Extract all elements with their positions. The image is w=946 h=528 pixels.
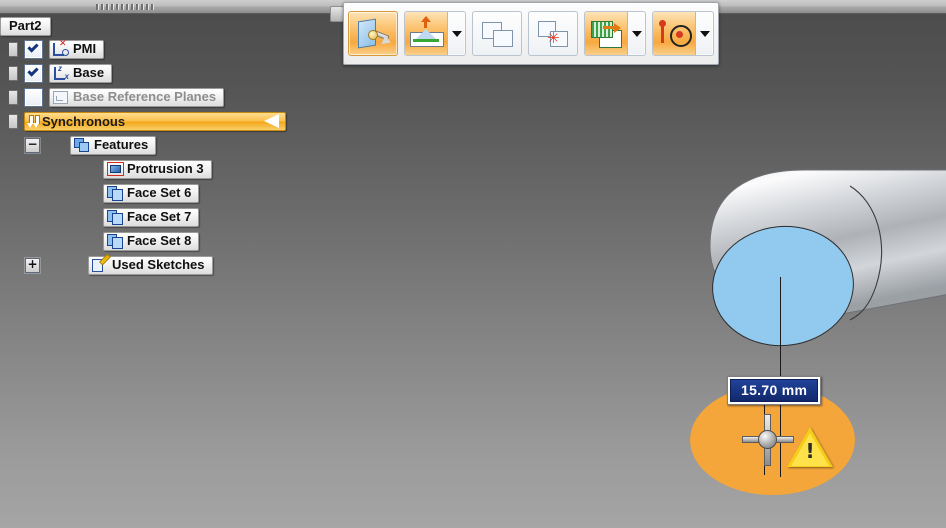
toolbar-button-copy-face[interactable]: [472, 11, 522, 56]
expander-stub: [0, 235, 13, 248]
checkbox-pmi[interactable]: [24, 39, 43, 59]
tree-connector: [9, 113, 18, 129]
reference-plane-icon: [53, 90, 69, 104]
handle-origin-hub: [758, 430, 777, 449]
copy-face-icon: [480, 19, 514, 49]
face-set-icon: [107, 210, 123, 225]
expander-stub: [0, 187, 13, 200]
expander-stub: [0, 211, 13, 224]
tree-item-face-set-7[interactable]: Face Set 7: [103, 207, 200, 227]
tree-row-used-sketches[interactable]: + Used Sketches: [0, 253, 330, 277]
chevron-down-icon[interactable]: [696, 12, 713, 55]
expander-stub: [0, 163, 13, 176]
tree-item-used-sketches[interactable]: Used Sketches: [88, 255, 213, 275]
toolbar-button-axial-relate[interactable]: [652, 11, 714, 56]
move-handle-icon[interactable]: [740, 412, 794, 466]
expander-features[interactable]: −: [25, 137, 40, 153]
chevron-down-icon[interactable]: [628, 12, 645, 55]
tree-row-face-set-7[interactable]: Face Set 7: [0, 205, 330, 229]
tree-row-face-set-8[interactable]: Face Set 8: [0, 229, 330, 253]
tree-item-synchronous[interactable]: Synchronous: [24, 111, 286, 131]
tree-connector: [9, 65, 18, 81]
toolbar-button-thin-wall-region[interactable]: [584, 11, 646, 56]
warning-triangle-icon[interactable]: !: [787, 427, 833, 469]
toolbar-button-move-face[interactable]: [348, 11, 398, 56]
model-pathfinder-tree[interactable]: Part2 PMI z Base Base Reference Planes: [0, 15, 330, 277]
face-set-icon: [107, 186, 123, 201]
tree-row-base-reference-planes[interactable]: Base Reference Planes: [0, 85, 330, 109]
tree-row-face-set-6[interactable]: Face Set 6: [0, 181, 330, 205]
pmi-icon: [53, 39, 69, 57]
checkbox-base-reference-planes[interactable]: [24, 87, 43, 107]
toolbar-drag-handle-icon[interactable]: [330, 6, 344, 22]
chevron-down-icon[interactable]: [448, 12, 465, 55]
tree-row-synchronous[interactable]: Synchronous: [0, 109, 330, 133]
tree-row-base[interactable]: z Base: [0, 61, 330, 85]
face-set-icon: [107, 234, 123, 249]
checkbox-base[interactable]: [24, 63, 43, 83]
tree-connector: [9, 41, 18, 57]
tree-row-protrusion-3[interactable]: Protrusion 3: [0, 157, 330, 181]
synchronous-modeling-toolbar[interactable]: ✳: [343, 2, 719, 65]
expander-used-sketches[interactable]: +: [25, 257, 40, 273]
move-face-icon: [356, 18, 393, 49]
protrusion-icon: [107, 162, 124, 176]
tree-item-pmi[interactable]: PMI: [49, 39, 105, 59]
tree-item-face-set-8[interactable]: Face Set 8: [103, 231, 200, 251]
tree-row-features[interactable]: − Features: [0, 133, 330, 157]
delete-face-icon: ✳: [536, 19, 570, 49]
thin-wall-region-icon: [589, 19, 623, 49]
sketch-icon: [92, 258, 108, 272]
document-tab-part2[interactable]: Part2: [0, 16, 51, 36]
tree-row-pmi[interactable]: PMI: [0, 37, 330, 61]
axial-relate-icon: [657, 19, 692, 49]
tree-item-base-reference-planes[interactable]: Base Reference Planes: [49, 87, 225, 107]
window-grip-icon[interactable]: [96, 3, 216, 10]
document-tab-row: Part2: [0, 15, 330, 37]
toolbar-button-delete-face[interactable]: ✳: [528, 11, 578, 56]
live-dimension[interactable]: 15.70 mm: [727, 376, 822, 405]
dimension-value[interactable]: 15.70 mm: [730, 379, 819, 402]
toolbar-button-draft[interactable]: [404, 11, 466, 56]
tree-connector: [9, 89, 18, 105]
tree-item-protrusion-3[interactable]: Protrusion 3: [103, 159, 212, 179]
coordinate-axes-icon: z: [53, 64, 69, 81]
left-triangle-marker-icon: [264, 114, 279, 128]
warning-exclamation: !: [805, 439, 815, 463]
synchronous-icon: [27, 114, 40, 128]
tree-item-features[interactable]: Features: [70, 135, 157, 155]
draft-face-icon: [409, 15, 444, 49]
tree-item-face-set-6[interactable]: Face Set 6: [103, 183, 200, 203]
tree-item-base[interactable]: z Base: [49, 63, 113, 83]
features-icon: [74, 138, 90, 152]
